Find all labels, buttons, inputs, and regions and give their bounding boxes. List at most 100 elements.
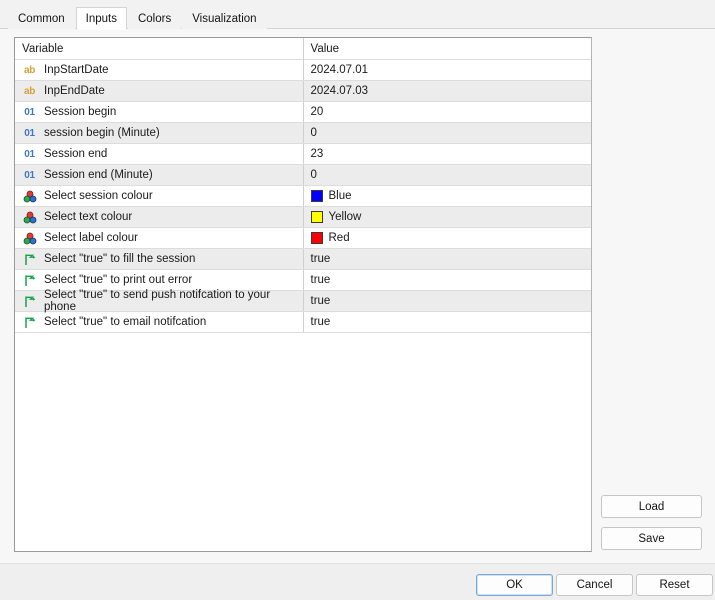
value-text: 2024.07.01 <box>310 64 369 76</box>
variable-cell[interactable]: Select text colour <box>15 206 304 228</box>
variable-cell[interactable]: Select session colour <box>15 185 304 207</box>
tab-colors[interactable]: Colors <box>127 8 182 29</box>
variable-cell-content: Select "true" to email notifcation <box>15 312 303 332</box>
boolean-type-icon <box>22 294 37 308</box>
value-text: 20 <box>310 106 324 118</box>
variable-label: Select session colour <box>44 190 153 202</box>
table-row[interactable]: 01 Session begin 20 <box>15 101 591 123</box>
value-cell[interactable]: Blue <box>303 185 591 207</box>
variable-cell[interactable]: ab InpStartDate <box>15 59 304 81</box>
column-header-value[interactable]: Value <box>303 38 591 60</box>
save-button[interactable]: Save <box>601 527 702 550</box>
variable-cell[interactable]: 01 Session end <box>15 143 304 165</box>
variable-label: Session begin <box>44 106 117 118</box>
value-cell-content: true <box>304 249 592 269</box>
value-cell[interactable]: 2024.07.03 <box>303 80 592 102</box>
variable-cell-content: 01 Session end <box>15 144 303 164</box>
variable-label: Select "true" to print out error <box>44 274 193 286</box>
variable-label: Session end <box>44 148 108 160</box>
color-swatch <box>310 190 323 202</box>
value-cell[interactable]: 0 <box>303 164 591 186</box>
value-text: Red <box>328 232 350 244</box>
variable-cell[interactable]: 01 Session end (Minute) <box>15 164 304 186</box>
integer-type-icon: 01 <box>24 148 35 160</box>
value-cell[interactable]: Red <box>303 227 591 249</box>
variable-cell[interactable]: Select "true" to send push notifcation t… <box>15 289 304 313</box>
value-cell[interactable]: true <box>303 290 592 312</box>
value-cell-content: true <box>304 291 592 311</box>
table-header: Variable Value <box>15 38 591 60</box>
value-cell[interactable]: 0 <box>303 122 591 144</box>
table-row[interactable]: Select text colour Yellow <box>15 206 592 228</box>
table-row[interactable]: 01 Session end (Minute) 0 <box>15 164 591 186</box>
load-button[interactable]: Load <box>601 495 702 518</box>
variable-cell[interactable]: Select "true" to print out error <box>15 269 304 291</box>
value-cell[interactable]: 20 <box>303 101 591 123</box>
variable-cell-content: 01 session begin (Minute) <box>15 123 303 143</box>
variable-cell-content: Select "true" to send push notifcation t… <box>15 289 303 313</box>
table-row[interactable]: 01 session begin (Minute) 0 <box>15 122 591 144</box>
variable-cell[interactable]: Select label colour <box>15 227 304 249</box>
variable-cell[interactable]: ab InpEndDate <box>15 80 304 102</box>
value-text: true <box>310 253 331 265</box>
table-row[interactable]: ab InpStartDate 2024.07.01 <box>15 59 592 81</box>
variable-cell[interactable]: Select "true" to fill the session <box>15 248 304 270</box>
table-row[interactable]: 01 Session end 23 <box>15 143 591 165</box>
tab-common[interactable]: Common <box>8 8 75 29</box>
value-cell-content: Yellow <box>304 207 592 227</box>
value-text: true <box>310 295 331 307</box>
value-cell[interactable]: true <box>303 248 592 270</box>
value-text: 0 <box>310 127 317 139</box>
ok-button[interactable]: OK <box>476 574 553 596</box>
value-cell-content: 2024.07.01 <box>304 60 592 80</box>
value-cell[interactable]: 23 <box>303 143 591 165</box>
variable-label: Select "true" to fill the session <box>44 253 196 265</box>
table-row[interactable]: Select "true" to fill the session true <box>15 248 592 270</box>
color-type-icon <box>22 231 37 245</box>
variable-label: Session end (Minute) <box>44 169 153 181</box>
cancel-button[interactable]: Cancel <box>556 574 633 596</box>
variable-cell[interactable]: 01 Session begin <box>15 101 304 123</box>
variable-cell[interactable]: 01 session begin (Minute) <box>15 122 304 144</box>
boolean-type-icon <box>22 252 37 266</box>
value-cell-content: true <box>304 270 592 290</box>
boolean-type-icon <box>22 273 37 287</box>
color-type-icon <box>22 210 37 224</box>
inputs-table: Variable Value ab InpStartDate 2024.07.01 a… <box>15 38 591 333</box>
value-text: true <box>310 274 331 286</box>
string-type-icon: ab <box>23 85 36 97</box>
variable-label: Select text colour <box>44 211 133 223</box>
table-row[interactable]: Select label colour Red <box>15 227 591 249</box>
value-text: 2024.07.03 <box>310 85 369 97</box>
value-cell-content: 2024.07.03 <box>304 81 592 101</box>
value-text: true <box>310 316 331 328</box>
variable-label: Select label colour <box>44 232 138 244</box>
reset-button[interactable]: Reset <box>636 574 713 596</box>
table-row[interactable]: Select "true" to send push notifcation t… <box>15 289 592 313</box>
tab-visualization[interactable]: Visualization <box>182 8 267 29</box>
variable-label: InpEndDate <box>44 85 105 97</box>
value-cell[interactable]: true <box>303 311 591 333</box>
value-cell[interactable]: 2024.07.01 <box>303 59 592 81</box>
color-type-icon <box>22 189 37 203</box>
color-swatch <box>310 232 323 244</box>
tab-inputs[interactable]: Inputs <box>75 7 127 30</box>
table-row[interactable]: ab InpEndDate 2024.07.03 <box>15 80 592 102</box>
variable-cell-content: ab InpStartDate <box>15 60 303 80</box>
variable-cell[interactable]: Select "true" to email notifcation <box>15 311 304 333</box>
value-cell[interactable]: true <box>303 269 592 291</box>
variable-cell-content: 01 Session end (Minute) <box>15 165 303 185</box>
variable-cell-content: Select label colour <box>15 228 303 248</box>
table-row[interactable]: Select "true" to email notifcation true <box>15 311 591 333</box>
variable-cell-content: 01 Session begin <box>15 102 303 122</box>
table-row[interactable]: Select session colour Blue <box>15 185 591 207</box>
column-header-variable[interactable]: Variable <box>15 38 304 60</box>
value-text: 23 <box>310 148 324 160</box>
table-row[interactable]: Select "true" to print out error true <box>15 269 592 291</box>
variable-cell-content: Select "true" to fill the session <box>15 249 303 269</box>
variable-label: Select "true" to email notifcation <box>44 316 207 328</box>
integer-type-icon: 01 <box>24 106 35 118</box>
variable-cell-content: ab InpEndDate <box>15 81 303 101</box>
value-cell[interactable]: Yellow <box>303 206 592 228</box>
table-header-row: Variable Value <box>15 38 591 60</box>
